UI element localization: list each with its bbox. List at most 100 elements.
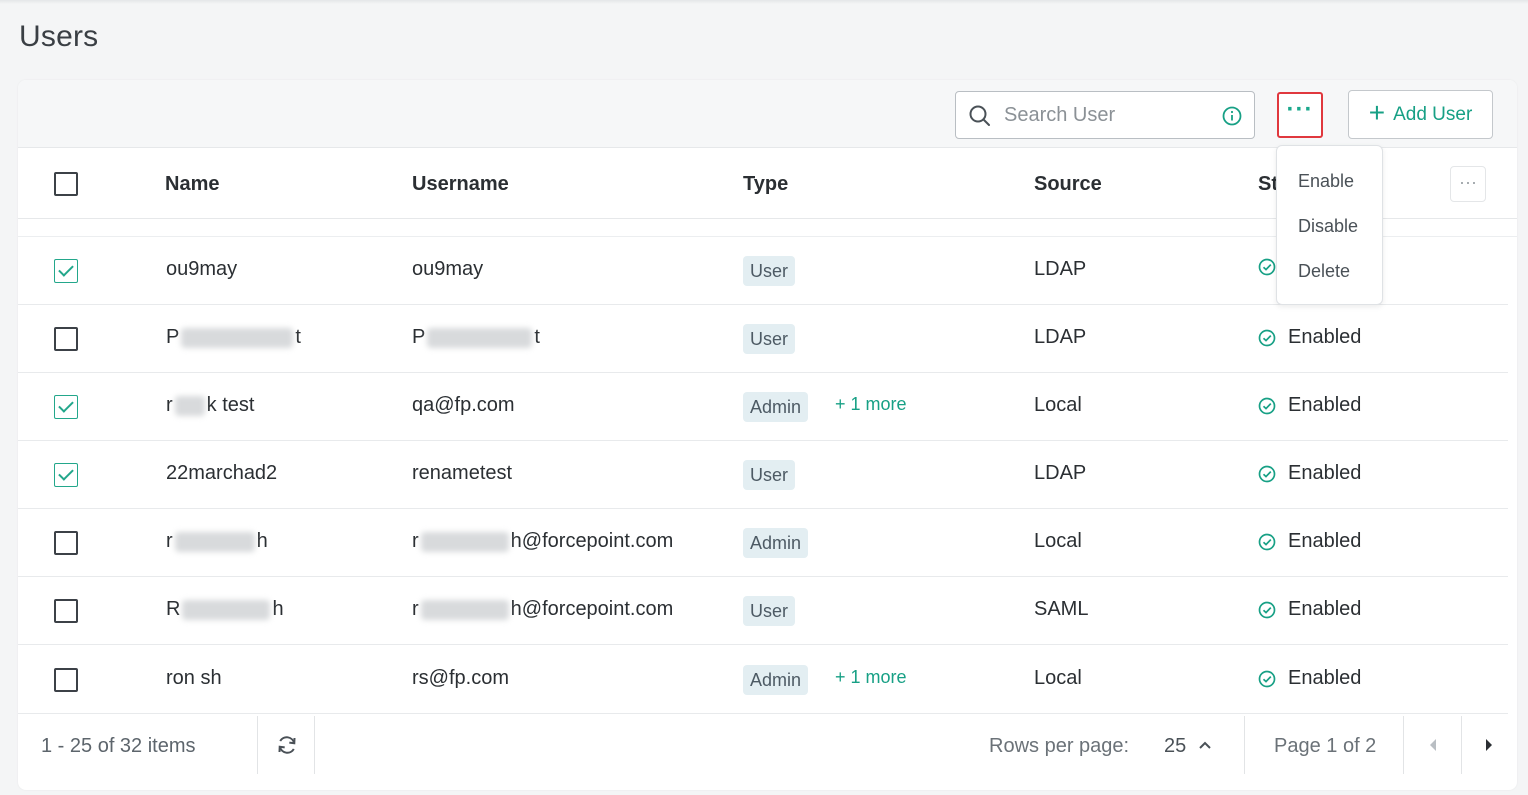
menu-item-disable[interactable]: Disable	[1298, 216, 1358, 237]
type-badge: Admin	[743, 665, 809, 695]
username-suffix: t	[534, 326, 540, 348]
table-row[interactable]: rh r h@forcepoint.com Admin Local Enabled	[18, 509, 1508, 577]
user-source: Local	[1034, 667, 1082, 689]
menu-item-delete[interactable]: Delete	[1298, 261, 1350, 282]
table-row[interactable]: Pt Pt User LDAP Enabled	[18, 305, 1508, 373]
table-row[interactable]: 22marchad2 renametest User LDAP Enabled	[18, 441, 1508, 509]
status-cell: Enabled	[1258, 667, 1361, 690]
add-user-label: Add User	[1393, 103, 1473, 125]
items-range: 1 - 25 of 32 items	[41, 735, 196, 757]
status-cell: Enabled	[1258, 326, 1361, 349]
user-username: qa@fp.com	[412, 394, 515, 416]
status-text: Enabled	[1288, 326, 1362, 348]
status-cell: Enabled	[1258, 530, 1361, 553]
divider	[314, 716, 315, 774]
chevron-left-icon[interactable]	[1427, 738, 1439, 752]
column-header-username[interactable]: Username	[412, 173, 509, 196]
table-row[interactable]: Rh r h@forcepoint.com User SAML Enabled	[18, 577, 1508, 645]
user-name: r k test	[166, 394, 254, 417]
table-row[interactable]: ron sh rs@fp.com Admin + 1 more Local En…	[18, 646, 1508, 714]
name-suffix: h	[256, 530, 268, 552]
divider	[1461, 716, 1462, 774]
name-suffix: k test	[206, 394, 255, 416]
username-prefix: r	[412, 530, 419, 552]
user-source: Local	[1034, 394, 1082, 416]
table-row[interactable]: r k test qa@fp.com Admin + 1 more Local E…	[18, 373, 1508, 441]
rows-per-page-select[interactable]: 25	[1164, 735, 1186, 758]
row-checkbox[interactable]	[54, 395, 78, 419]
divider	[1403, 716, 1404, 774]
table-footer: 1 - 25 of 32 items Rows per page: 25 Pag…	[18, 716, 1517, 774]
page-indicator: Page 1 of 2	[1274, 735, 1377, 757]
column-header-source[interactable]: Source	[1034, 173, 1102, 196]
user-source: Local	[1034, 530, 1082, 552]
status-text: Enabled	[1288, 530, 1362, 552]
row-checkbox[interactable]	[54, 531, 78, 555]
user-name: rh	[166, 530, 268, 553]
column-header-status[interactable]: St	[1258, 173, 1278, 196]
select-all-checkbox[interactable]	[54, 172, 78, 196]
check-circle-icon	[1258, 258, 1276, 276]
search-icon	[969, 105, 990, 126]
check-circle-icon	[1258, 397, 1276, 414]
redacted-text	[420, 599, 509, 620]
user-name: ou9may	[166, 258, 238, 280]
redacted-text	[174, 395, 205, 416]
type-badge: User	[743, 256, 796, 286]
status-text: Enabled	[1288, 667, 1362, 689]
check-circle-icon	[1258, 601, 1276, 618]
redacted-text	[181, 327, 294, 348]
type-badge: User	[743, 460, 796, 490]
check-circle-icon	[1258, 533, 1276, 550]
plus-icon: +	[1368, 97, 1386, 128]
redacted-text	[420, 531, 509, 552]
user-name: Pt	[166, 326, 301, 349]
type-badge: Admin	[743, 528, 809, 558]
user-username: ou9may	[412, 258, 484, 280]
redacted-text	[174, 531, 255, 552]
user-name: 22marchad2	[166, 462, 278, 484]
status-text: Enabled	[1288, 462, 1362, 484]
page-title: Users	[19, 20, 99, 53]
refresh-icon[interactable]	[275, 733, 299, 757]
row-checkbox[interactable]	[54, 259, 78, 283]
rows-per-page-label: Rows per page:	[989, 735, 1130, 757]
status-cell: Enabled	[1258, 462, 1361, 485]
user-username: Pt	[412, 326, 540, 349]
redacted-text	[182, 599, 271, 620]
row-checkbox[interactable]	[54, 327, 78, 351]
username-prefix: P	[412, 326, 426, 348]
column-header-name[interactable]: Name	[165, 173, 219, 196]
user-name: Rh	[166, 598, 284, 621]
row-checkbox[interactable]	[54, 463, 78, 487]
status-text: Enabled	[1288, 598, 1362, 620]
name-suffix: h	[272, 598, 284, 620]
check-circle-icon	[1258, 329, 1276, 346]
name-prefix: P	[166, 326, 180, 348]
more-actions-button[interactable]: ···	[1277, 92, 1323, 138]
add-user-button[interactable]: + Add User	[1348, 90, 1493, 139]
info-icon[interactable]	[1221, 105, 1243, 127]
name-prefix: r	[166, 394, 173, 416]
user-source: LDAP	[1034, 326, 1087, 348]
column-header-type[interactable]: Type	[743, 173, 788, 196]
username-prefix: r	[412, 598, 419, 620]
menu-item-enable[interactable]: Enable	[1298, 171, 1354, 192]
search-box[interactable]	[955, 91, 1255, 139]
user-username: rs@fp.com	[412, 667, 509, 689]
search-input[interactable]	[1004, 102, 1214, 128]
type-badge: User	[743, 324, 796, 354]
row-checkbox[interactable]	[54, 668, 78, 692]
more-roles-link[interactable]: + 1 more	[835, 394, 907, 415]
more-dots-icon: ···	[1286, 96, 1314, 123]
divider	[257, 716, 258, 774]
column-options-button[interactable]: ···	[1450, 166, 1486, 202]
actions-dropdown-menu: Enable Disable Delete	[1276, 145, 1383, 305]
chevron-up-icon[interactable]	[1198, 740, 1212, 750]
username-suffix: h@forcepoint.com	[510, 598, 674, 620]
row-checkbox[interactable]	[54, 599, 78, 623]
more-roles-link[interactable]: + 1 more	[835, 667, 907, 688]
name-prefix: R	[166, 598, 181, 620]
chevron-right-icon[interactable]	[1483, 738, 1495, 752]
toolbar: ··· + Add User	[18, 80, 1517, 148]
